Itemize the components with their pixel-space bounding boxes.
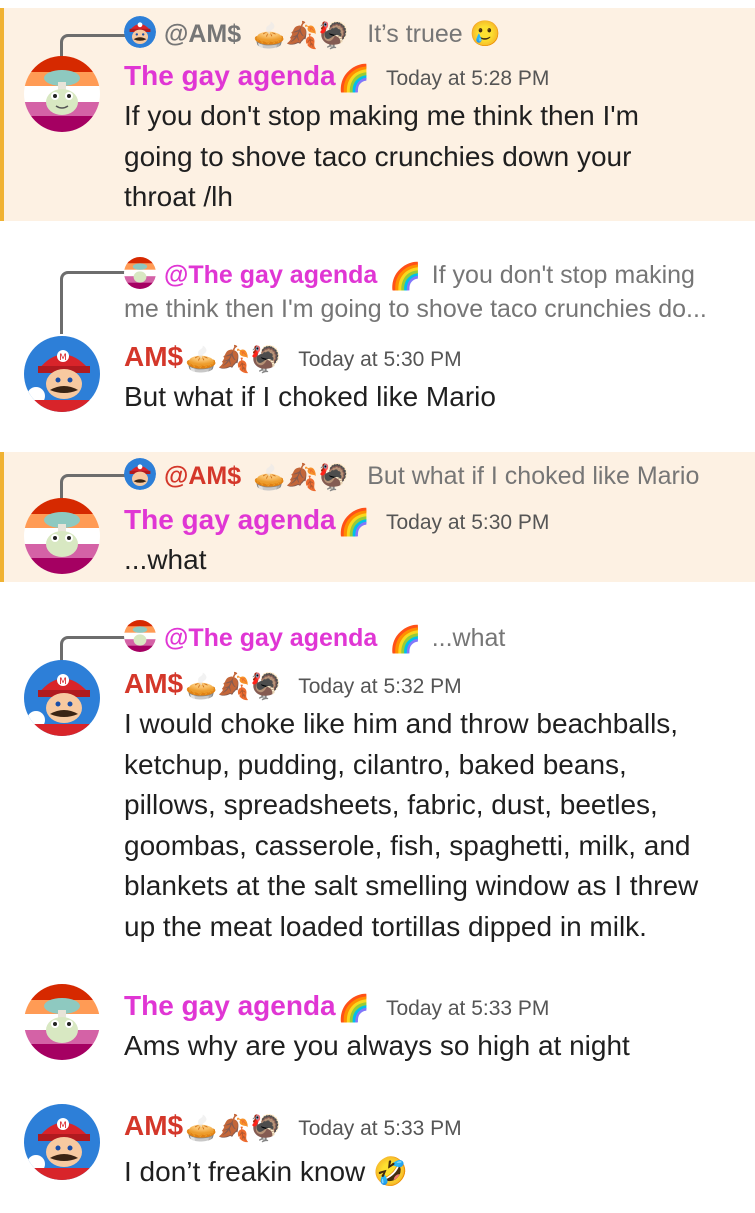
mario-avatar-icon xyxy=(124,16,156,48)
message-line: up the meat loaded tortillas dipped in m… xyxy=(124,910,647,942)
message-header: AM$🥧🍂🦃 Today at 5:33 PM xyxy=(124,1106,745,1146)
reply-author[interactable]: @AM$ xyxy=(164,462,241,490)
message-1: @AM$ 🥧🍂🦃 It’s truee 🥲 The gay agenda🌈 Toda… xyxy=(0,8,755,221)
author-name[interactable]: AM$ xyxy=(124,341,183,372)
ams-avatar[interactable]: M xyxy=(24,336,100,412)
frog-avatar-icon xyxy=(124,620,156,652)
message-header: The gay agenda🌈 Today at 5:28 PM xyxy=(124,56,745,96)
author-name[interactable]: The gay agenda xyxy=(124,504,336,535)
author-name[interactable]: AM$ xyxy=(124,1110,183,1141)
reply-preview[interactable]: @AM$ 🥧🍂🦃 But what if I choked like Mario xyxy=(124,458,735,494)
reply-text: But what if I choked like Mario xyxy=(367,462,700,490)
message-line: going to shove taco crunchies down your xyxy=(124,140,632,172)
reply-author[interactable]: @The gay agenda xyxy=(164,624,377,652)
message-header: AM$🥧🍂🦃 Today at 5:32 PM xyxy=(124,664,745,704)
reply-author-emoji: 🌈 xyxy=(389,624,422,654)
svg-text:M: M xyxy=(59,677,67,687)
mario-avatar-icon: M xyxy=(24,660,100,736)
message-5: The gay agenda🌈 Today at 5:33 PM Ams why … xyxy=(0,980,755,1070)
gay-agenda-avatar[interactable] xyxy=(24,984,100,1060)
reply-text-continued: me think then I'm going to shove taco cr… xyxy=(124,295,707,323)
author-name[interactable]: The gay agenda xyxy=(124,60,336,91)
author-emoji: 🥧🍂🦃 xyxy=(185,1113,283,1143)
message-2: @The gay agenda 🌈 If you don't stop making… xyxy=(0,255,755,435)
reply-author[interactable]: @The gay agenda xyxy=(164,261,377,289)
message-line: pillows, spreadsheets, fabric, dust, bee… xyxy=(124,789,658,820)
author-emoji: 🌈 xyxy=(337,507,370,537)
message-line: Ams why are you always so high at night xyxy=(124,1030,630,1061)
reply-author-emoji: 🥧🍂🦃 xyxy=(253,462,351,492)
mario-avatar-icon xyxy=(124,458,156,490)
reply-text: If you don't stop making xyxy=(431,261,695,289)
reply-text: ...what xyxy=(431,624,506,652)
gay-agenda-avatar[interactable] xyxy=(24,498,100,574)
message-text: If you don't stop making me think then I… xyxy=(124,96,729,218)
author-emoji: 🥧🍂🦃 xyxy=(185,671,283,701)
timestamp: Today at 5:33 PM xyxy=(298,1117,462,1140)
message-header: The gay agenda🌈 Today at 5:30 PM xyxy=(124,500,745,540)
timestamp: Today at 5:30 PM xyxy=(386,511,550,534)
message-text: I don’t freakin know 🤣 xyxy=(124,1152,729,1193)
message-line: goombas, casserole, fish, spaghetti, mil… xyxy=(124,829,691,861)
message-line: If you don't stop making me think then I… xyxy=(124,100,639,131)
timestamp: Today at 5:30 PM xyxy=(298,348,462,371)
message-line: throat /lh xyxy=(124,181,233,212)
message-header: AM$🥧🍂🦃 Today at 5:30 PM xyxy=(124,337,745,377)
frog-avatar-icon xyxy=(24,56,100,132)
svg-text:M: M xyxy=(59,353,67,363)
reply-preview[interactable]: @The gay agenda 🌈 ...what xyxy=(124,620,735,656)
message-line: I would choke like him and throw beachba… xyxy=(124,708,679,739)
message-text: Ams why are you always so high at night xyxy=(124,1026,729,1067)
author-emoji: 🌈 xyxy=(337,63,370,93)
reply-preview[interactable]: @The gay agenda 🌈 If you don't stop making… xyxy=(124,257,735,326)
author-name[interactable]: AM$ xyxy=(124,668,183,699)
reply-text: It’s truee 🥲 xyxy=(367,20,501,48)
message-text: But what if I choked like Mario xyxy=(124,377,729,418)
reply-spine xyxy=(60,271,125,334)
message-text: I would choke like him and throw beachba… xyxy=(124,704,729,947)
frog-avatar-icon xyxy=(124,257,156,289)
timestamp: Today at 5:32 PM xyxy=(298,675,462,698)
reply-author-emoji: 🌈 xyxy=(389,261,422,291)
ams-avatar[interactable]: M xyxy=(24,1104,100,1180)
timestamp: Today at 5:33 PM xyxy=(386,997,550,1020)
timestamp: Today at 5:28 PM xyxy=(386,67,550,90)
message-line: ketchup, pudding, cilantro, baked beans, xyxy=(124,748,627,780)
svg-text:M: M xyxy=(59,1121,67,1131)
message-6: M AM$🥧🍂🦃 Today at 5:33 PM I don’t freakin… xyxy=(0,1100,755,1200)
message-line: But what if I choked like Mario xyxy=(124,381,496,412)
message-line: blankets at the salt smelling window as … xyxy=(124,870,699,901)
frog-avatar-icon xyxy=(24,984,100,1060)
reply-author-emoji: 🥧🍂🦃 xyxy=(253,20,351,50)
author-emoji: 🌈 xyxy=(337,993,370,1023)
author-emoji: 🥧🍂🦃 xyxy=(185,344,283,374)
mario-avatar-icon: M xyxy=(24,1104,100,1180)
ams-avatar[interactable]: M xyxy=(24,660,100,736)
frog-avatar-icon xyxy=(24,498,100,574)
message-text: ...what xyxy=(124,540,729,581)
message-3: @AM$ 🥧🍂🦃 But what if I choked like Mario … xyxy=(0,452,755,582)
message-line: ...what xyxy=(124,544,207,575)
reply-author[interactable]: @AM$ xyxy=(164,20,241,48)
message-line: I don’t freakin know 🤣 xyxy=(124,1156,408,1187)
message-4: @The gay agenda 🌈 ...what M AM$🥧🍂🦃 Today at… xyxy=(0,618,755,958)
gay-agenda-avatar[interactable] xyxy=(24,56,100,132)
reply-preview[interactable]: @AM$ 🥧🍂🦃 It’s truee 🥲 xyxy=(124,16,735,52)
author-name[interactable]: The gay agenda xyxy=(124,990,336,1021)
mario-avatar-icon: M xyxy=(24,336,100,412)
message-header: The gay agenda🌈 Today at 5:33 PM xyxy=(124,986,745,1026)
